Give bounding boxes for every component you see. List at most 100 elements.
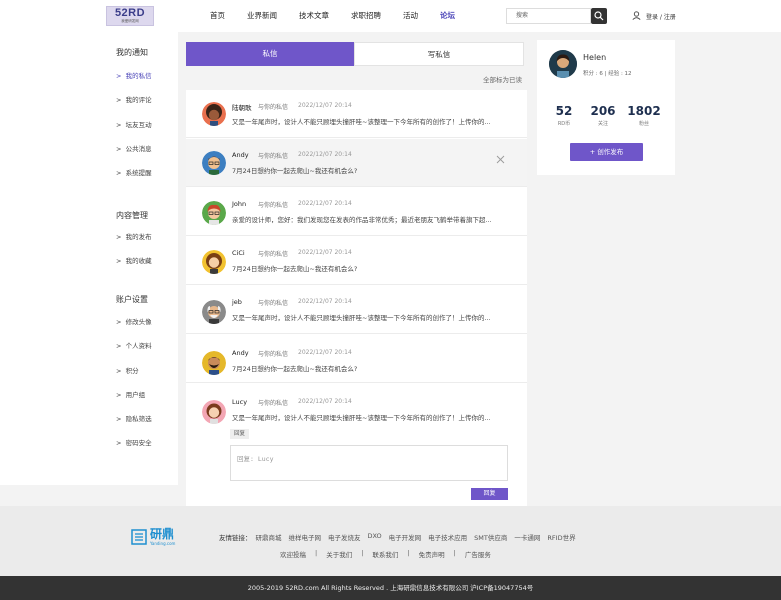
sidebar-item-my-comments[interactable]: > 我的评论 xyxy=(116,94,152,104)
friend-link[interactable]: 电子开发网 xyxy=(389,532,422,542)
sidebar-item-my-posts[interactable]: > 我的发布 xyxy=(116,231,152,241)
reply-tag[interactable]: 回复 xyxy=(230,429,250,439)
nav-jobs[interactable]: 求职招聘 xyxy=(351,0,381,32)
friend-link[interactable]: DXO xyxy=(368,532,382,542)
sidebar-item-profile[interactable]: > 个人资料 xyxy=(116,340,152,350)
main-nav: 首页 业界新闻 技术文章 求职招聘 活动 论坛 xyxy=(210,0,477,32)
footer-link-disclaimer[interactable]: 免责声明 xyxy=(419,549,445,559)
sidebar-item-interactions[interactable]: > 坛友互动 xyxy=(116,119,152,129)
search-button[interactable] xyxy=(591,8,607,24)
message-subtitle: 与你的私信 xyxy=(258,104,289,111)
message-time: 2022/12/07 20:14 xyxy=(298,249,352,256)
link-separator: | xyxy=(361,549,364,557)
sidebar-item-private-messages[interactable]: > 我的私信 xyxy=(116,70,152,80)
friend-link[interactable]: 维样电子网 xyxy=(289,532,322,542)
sidebar-item-public-messages[interactable]: > 公共消息 xyxy=(116,143,152,153)
sender-name: jeb xyxy=(232,298,242,306)
message-item[interactable]: Andy 与你的私信 2022/12/07 20:14 7月24日想约你一起去爬… xyxy=(186,139,527,187)
friend-link[interactable]: 一卡通网 xyxy=(514,532,540,542)
avatar[interactable] xyxy=(549,50,577,78)
stat-value: 206 xyxy=(590,104,616,118)
message-item[interactable]: jeb 与你的私信 2022/12/07 20:14 又是一年尾声时，设计人不能… xyxy=(186,286,527,334)
tab-write-message[interactable]: 写私信 xyxy=(354,42,524,66)
avatar xyxy=(202,102,226,126)
footer-link-submit[interactable]: 欢迎投稿 xyxy=(280,549,306,559)
friend-link[interactable]: 电子发烧友 xyxy=(328,532,361,542)
message-item[interactable]: CiCi 与你的私信 2022/12/07 20:14 7月24日想约你一起去爬… xyxy=(186,237,527,285)
message-preview: 又是一年尾声时，设计人不能只顾埋头撞肝哇~该整理一下今年所有的创作了！上传你的.… xyxy=(232,314,491,322)
message-time: 2022/12/07 20:14 xyxy=(298,298,352,305)
sidebar-item-privacy[interactable]: > 隐私筛选 xyxy=(116,413,152,423)
avatar-glasses-man-icon xyxy=(202,151,226,175)
site-logo[interactable]: 52RD 我爱研发网 xyxy=(106,6,154,26)
sidebar-title-account: 账户设置 xyxy=(116,295,148,304)
nav-events[interactable]: 活动 xyxy=(403,0,418,32)
nav-articles[interactable]: 技术文章 xyxy=(299,0,329,32)
sidebar-item-points[interactable]: > 积分 xyxy=(116,365,139,375)
message-list: 陆朝歌 与你的私信 2022/12/07 20:14 又是一年尾声时，设计人不能… xyxy=(186,90,527,506)
stat-value: 52 xyxy=(555,104,573,118)
avatar-curly-woman-icon xyxy=(202,250,226,274)
friend-link[interactable]: SMT供应商 xyxy=(474,532,507,542)
footer-link-about[interactable]: 关于我们 xyxy=(326,549,352,559)
message-time: 2022/12/07 20:14 xyxy=(298,151,352,158)
stat-followers[interactable]: 1802 粉丝 xyxy=(624,104,664,127)
avatar-red-hair-icon xyxy=(202,201,226,225)
sidebar-item-user-group[interactable]: > 用户组 xyxy=(116,389,145,399)
message-time: 2022/12/07 20:14 xyxy=(298,349,352,356)
avatar xyxy=(202,201,226,225)
friend-links: 友情链接： 研鼎商城 维样电子网 电子发烧友 DXO 电子开发网 电子技术应用 … xyxy=(219,532,583,542)
message-item[interactable]: Andy 与你的私信 2022/12/07 20:14 7月24日想约你一起去爬… xyxy=(186,335,527,383)
stat-label: 粉丝 xyxy=(638,121,649,127)
message-subtitle: 与你的私信 xyxy=(258,202,289,209)
avatar xyxy=(202,300,226,324)
stat-rd-coins[interactable]: 52 RD币 xyxy=(544,104,584,127)
sender-name: Andy xyxy=(232,151,249,159)
stat-value: 1802 xyxy=(627,104,661,118)
yanding-logo-icon xyxy=(131,529,147,545)
user-avatar-icon xyxy=(549,50,577,78)
logo-subtext: 我爱研发网 xyxy=(121,19,139,23)
profile-name: Helen xyxy=(583,53,607,62)
tab-private-messages[interactable]: 私信 xyxy=(186,42,354,66)
footer-link-contact[interactable]: 联系我们 xyxy=(372,549,398,559)
reply-textarea[interactable]: 回复: Lucy xyxy=(230,445,508,481)
top-header: 52RD 我爱研发网 首页 业界新闻 技术文章 求职招聘 活动 论坛 搜索 登录… xyxy=(0,0,781,32)
friend-link[interactable]: 电子技术应用 xyxy=(428,532,467,542)
logo-text: 52RD xyxy=(114,7,146,19)
user-icon[interactable] xyxy=(632,11,641,20)
avatar xyxy=(202,351,226,375)
reply-submit-button[interactable]: 回复 xyxy=(471,488,508,500)
link-separator: | xyxy=(407,549,410,557)
sidebar-item-favorites[interactable]: > 我的收藏 xyxy=(116,255,152,265)
create-post-button[interactable]: + 创作发布 xyxy=(570,143,643,161)
sidebar-item-password[interactable]: > 密码安全 xyxy=(116,437,152,447)
nav-news[interactable]: 业界新闻 xyxy=(247,0,277,32)
stat-following[interactable]: 206 关注 xyxy=(583,104,623,127)
message-preview: 7月24日想约你一起去爬山~我还有机会么? xyxy=(232,365,358,373)
avatar-pink-woman-icon xyxy=(202,400,226,424)
message-preview: 7月24日想约你一起去爬山~我还有机会么? xyxy=(232,265,358,273)
nav-home[interactable]: 首页 xyxy=(210,0,225,32)
message-item[interactable]: John 与你的私信 2022/12/07 20:14 亲爱的设计师，您好：我们… xyxy=(186,188,527,236)
avatar xyxy=(202,400,226,424)
close-icon[interactable] xyxy=(496,155,505,164)
sender-name: CiCi xyxy=(232,249,245,257)
sidebar-item-system-alerts[interactable]: > 系统提醒 xyxy=(116,167,152,177)
sender-name: Andy xyxy=(232,349,249,357)
footer-link-ads[interactable]: 广告服务 xyxy=(465,549,491,559)
message-subtitle: 与你的私信 xyxy=(258,251,289,258)
message-item[interactable]: 陆朝歌 与你的私信 2022/12/07 20:14 又是一年尾声时，设计人不能… xyxy=(186,90,527,138)
avatar xyxy=(202,151,226,175)
footer-logo[interactable]: 研鼎 Yanding.com xyxy=(131,528,175,546)
nav-forum[interactable]: 论坛 xyxy=(440,0,455,32)
stat-label: 关注 xyxy=(597,121,608,127)
mark-all-read-link[interactable]: 全部标为已读 xyxy=(483,74,522,84)
search-input[interactable]: 搜索 xyxy=(506,8,591,24)
message-preview: 亲爱的设计师，您好：我们发现您在发表的作品非常优秀；最近老朋友飞鹤举带着旗下超.… xyxy=(232,216,492,224)
friend-link[interactable]: 研鼎商城 xyxy=(256,532,282,542)
sidebar-item-avatar[interactable]: > 修改头像 xyxy=(116,316,152,326)
friend-link[interactable]: RFID世界 xyxy=(547,532,575,542)
footer: 研鼎 Yanding.com 友情链接： 研鼎商城 维样电子网 电子发烧友 DX… xyxy=(0,506,781,576)
login-register-link[interactable]: 登录 / 注册 xyxy=(646,12,676,21)
